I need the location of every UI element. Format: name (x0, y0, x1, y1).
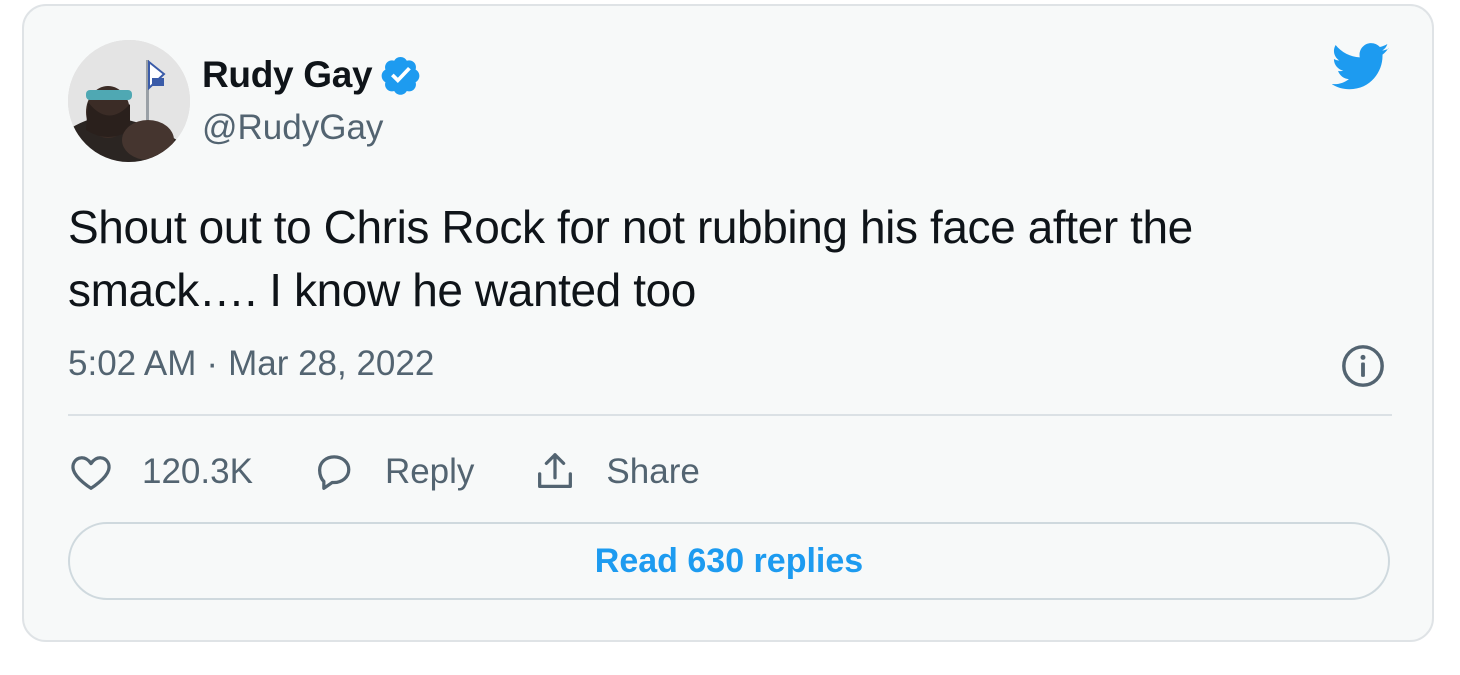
divider (68, 414, 1392, 416)
author-name[interactable]: Rudy Gay (202, 54, 373, 96)
tweet-date: Mar 28, 2022 (228, 344, 435, 383)
author-handle[interactable]: @RudyGay (202, 108, 383, 148)
avatar[interactable] (68, 40, 190, 162)
read-replies-button[interactable]: Read 630 replies (68, 522, 1390, 600)
share-label: Share (606, 452, 700, 491)
heart-icon (71, 456, 111, 490)
tweet-card: Rudy Gay @RudyGay Shout out to Chris Roc… (22, 4, 1434, 642)
like-count: 120.3K (142, 452, 253, 491)
tweet-text: Shout out to Chris Rock for not rubbing … (68, 201, 1193, 316)
info-icon[interactable] (1340, 343, 1386, 389)
speech-bubble-icon (317, 455, 351, 490)
tweet-timestamp[interactable]: 5:02 AM · Mar 28, 2022 (68, 344, 434, 384)
twitter-bird-icon[interactable] (1332, 42, 1390, 92)
timestamp-separator: · (206, 344, 219, 383)
verified-badge-icon (381, 56, 420, 95)
like-button[interactable]: 120.3K (68, 449, 253, 495)
share-button[interactable]: Share (532, 449, 700, 495)
author-row: Rudy Gay (202, 54, 422, 96)
tweet-time: 5:02 AM (68, 344, 197, 383)
reply-button[interactable]: Reply (311, 449, 474, 495)
share-upload-icon (538, 453, 573, 489)
action-bar: 120.3K Reply Share (68, 446, 758, 498)
reply-label: Reply (384, 452, 475, 491)
